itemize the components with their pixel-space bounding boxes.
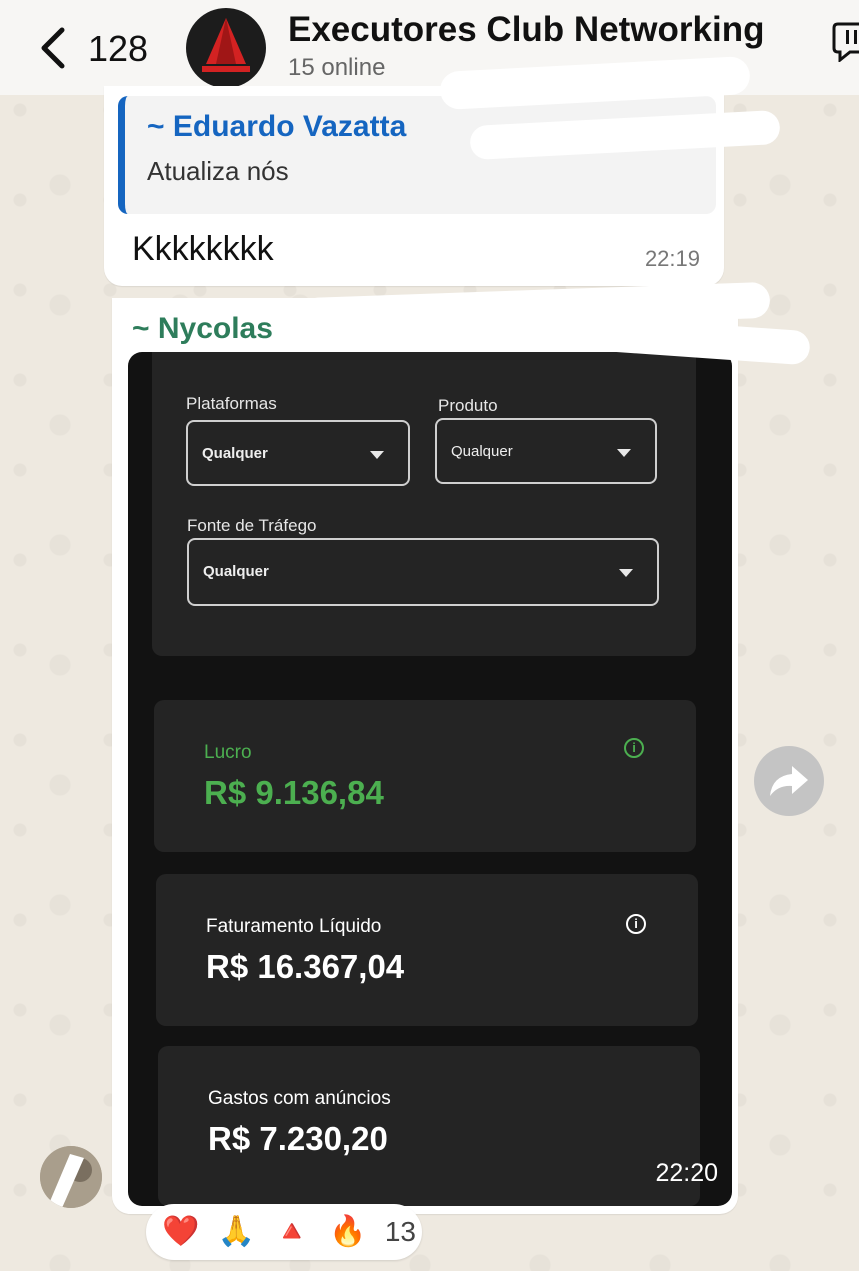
metric-value: R$ 7.230,20 bbox=[208, 1120, 388, 1157]
metric-label: Lucro bbox=[204, 742, 252, 763]
quoted-text: Atualiza nós bbox=[147, 156, 289, 186]
dropdown-caret-icon bbox=[617, 449, 631, 457]
group-avatar[interactable] bbox=[186, 8, 266, 88]
platforms-label: Plataformas bbox=[186, 394, 277, 413]
reaction-count: 13 bbox=[384, 1216, 416, 1247]
sender-name: ~ Nycolas bbox=[132, 312, 273, 345]
metric-value: R$ 16.367,04 bbox=[206, 948, 405, 985]
heart-reaction-icon: ❤️ bbox=[162, 1214, 200, 1249]
info-icon: i bbox=[626, 914, 646, 934]
traffic-label: Fonte de Tráfego bbox=[187, 516, 317, 535]
ad-spend-card: Gastos com anúncios R$ 7.230,20 bbox=[158, 1046, 700, 1206]
fire-reaction-icon: 🔥 bbox=[329, 1214, 367, 1249]
back-chevron-icon[interactable] bbox=[36, 24, 72, 72]
reactions-bar[interactable]: ❤️ 🙏 🔺 🔥 13 bbox=[146, 1204, 422, 1260]
metric-value: R$ 9.136,84 bbox=[204, 774, 384, 811]
traffic-value: Qualquer bbox=[203, 563, 269, 580]
platforms-select: Qualquer bbox=[186, 420, 410, 486]
unread-count[interactable]: 128 bbox=[88, 28, 148, 70]
message-bubble[interactable]: ~ Eduardo Vazatta Atualiza nós Kkkkkkkk … bbox=[104, 86, 724, 286]
traffic-select: Qualquer bbox=[187, 538, 659, 606]
product-select: Qualquer bbox=[435, 418, 657, 484]
info-icon: i bbox=[624, 738, 644, 758]
forward-button[interactable] bbox=[754, 746, 824, 816]
group-title[interactable]: Executores Club Networking bbox=[288, 10, 764, 50]
shared-screenshot-image[interactable]: Plataformas Produto Qualquer Qualquer Fo… bbox=[128, 352, 732, 1206]
group-logo-icon bbox=[202, 18, 250, 72]
message-text: Kkkkkkkk bbox=[132, 230, 274, 268]
product-label: Produto bbox=[438, 396, 498, 415]
dropdown-caret-icon bbox=[619, 569, 633, 577]
avatar-image bbox=[40, 1146, 102, 1208]
message-time: 22:19 bbox=[644, 246, 700, 271]
product-value: Qualquer bbox=[451, 443, 513, 460]
quoted-author: ~ Eduardo Vazatta bbox=[147, 110, 407, 143]
metric-label: Faturamento Líquido bbox=[206, 916, 382, 937]
pray-reaction-icon: 🙏 bbox=[217, 1214, 256, 1249]
forward-arrow-icon bbox=[770, 766, 808, 796]
filters-card: Plataformas Produto Qualquer Qualquer Fo… bbox=[152, 352, 696, 656]
dropdown-caret-icon bbox=[370, 451, 384, 459]
call-icon[interactable] bbox=[832, 18, 859, 62]
red-triangle-reaction-icon: 🔺 bbox=[273, 1214, 311, 1249]
net-revenue-card: Faturamento Líquido R$ 16.367,04 i bbox=[156, 874, 698, 1026]
sender-avatar[interactable] bbox=[40, 1146, 102, 1208]
online-status: 15 online bbox=[288, 54, 386, 81]
metric-label: Gastos com anúncios bbox=[208, 1088, 391, 1109]
quoted-message[interactable]: ~ Eduardo Vazatta Atualiza nós bbox=[118, 96, 716, 214]
message-bubble[interactable]: ~ Nycolas Plataformas Produto Qualquer Q… bbox=[112, 298, 738, 1214]
message-time: 22:20 bbox=[655, 1159, 718, 1187]
profit-card: Lucro R$ 9.136,84 i bbox=[154, 700, 696, 852]
platforms-value: Qualquer bbox=[202, 445, 268, 462]
